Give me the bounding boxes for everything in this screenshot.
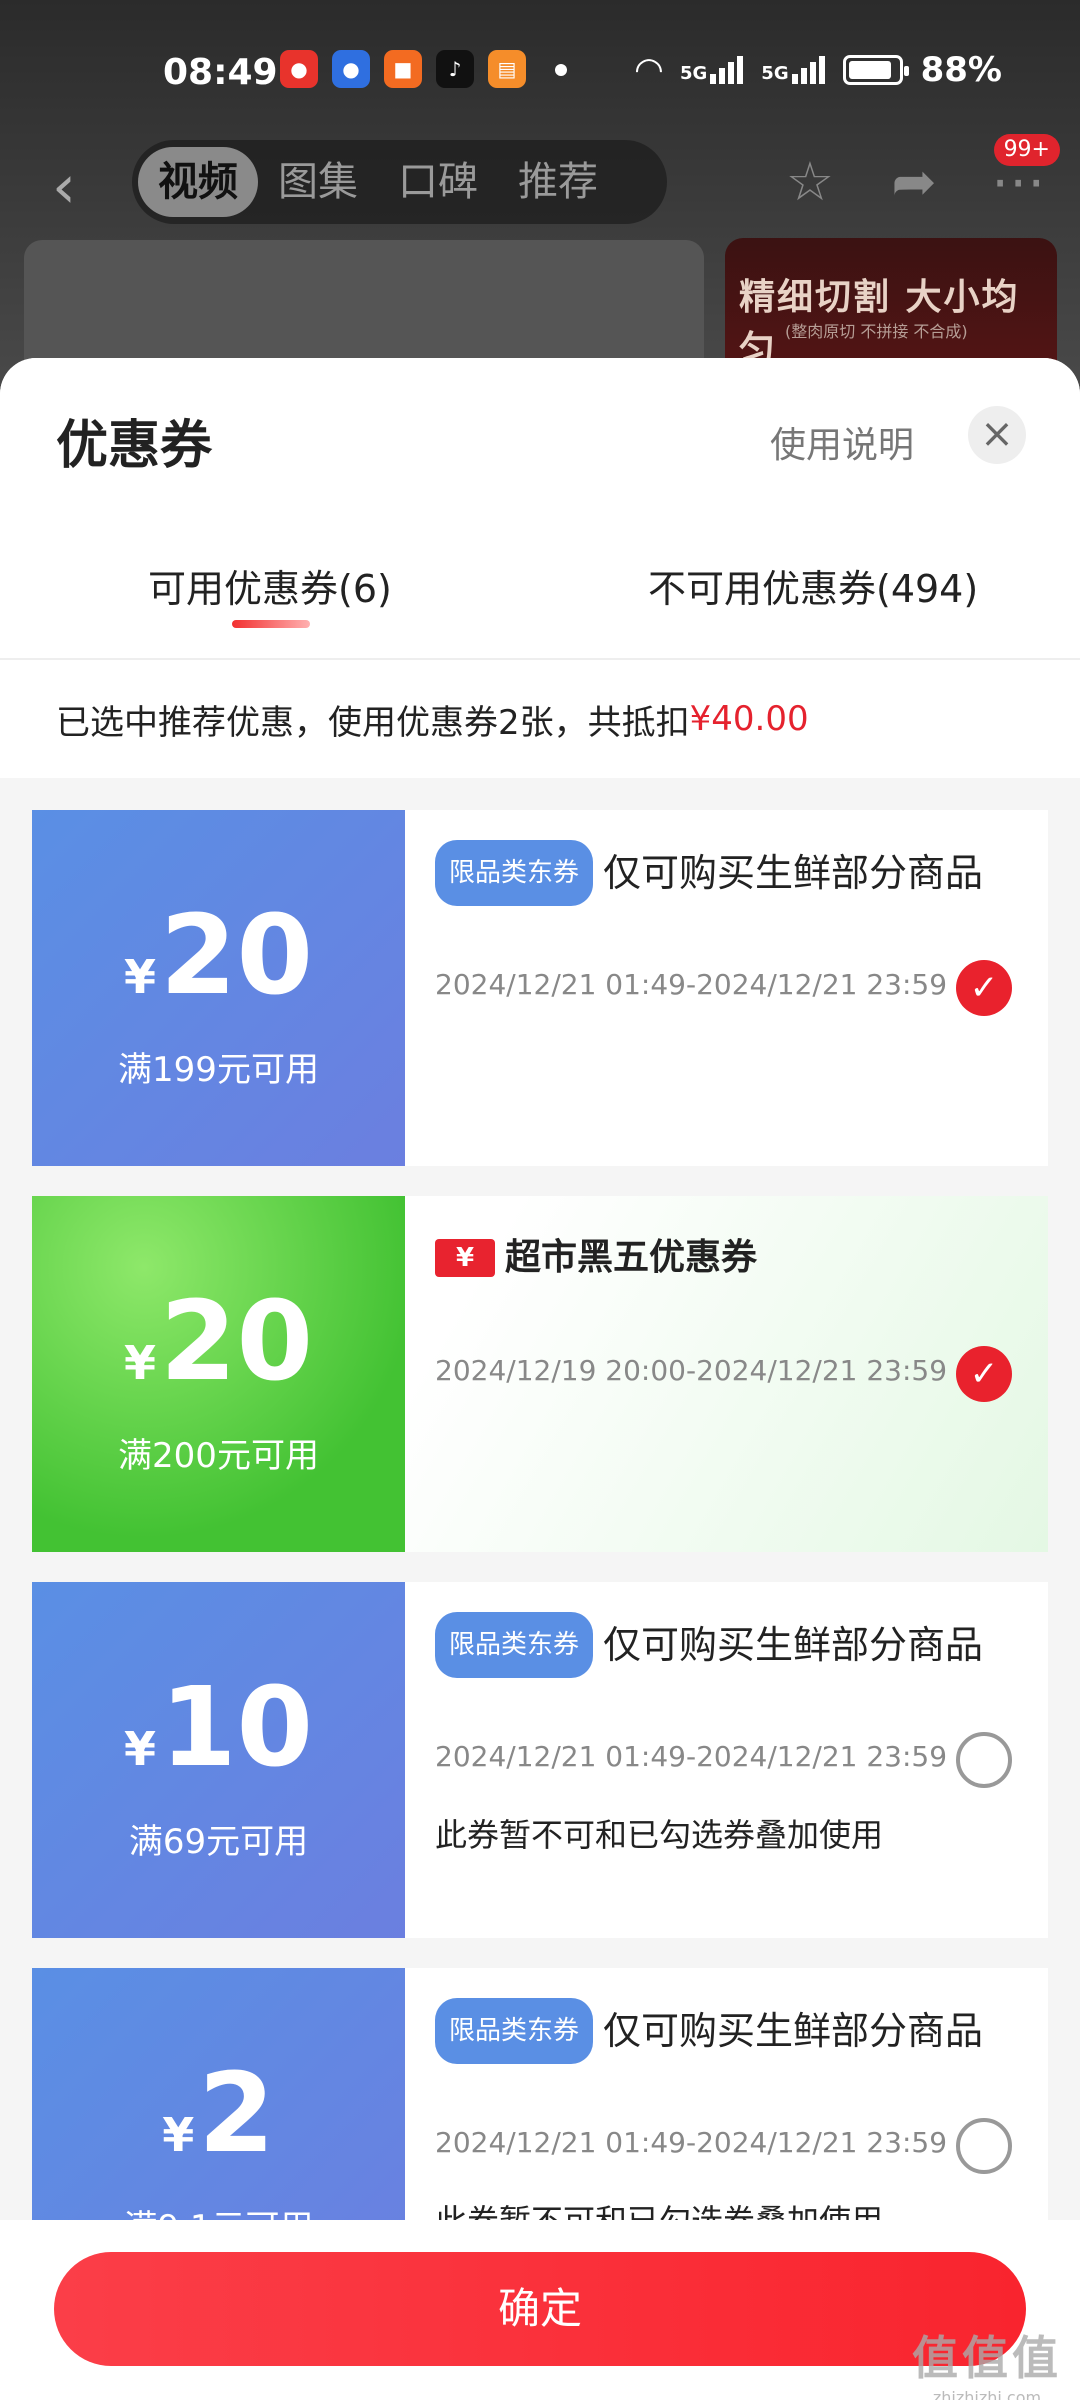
coupon-threshold: 满200元可用	[118, 1436, 319, 1476]
usage-instructions-link[interactable]: 使用说明	[770, 416, 914, 468]
coupon-value-panel: ¥10 满69元可用	[32, 1582, 405, 1938]
coupon-checkbox-unchecked[interactable]	[956, 2118, 1012, 2174]
coupon-card[interactable]: ¥20 满199元可用 限品类东券 仅可购买生鲜部分商品 2024/12/21 0…	[32, 810, 1048, 1166]
category-tag: 限品类东券	[435, 1612, 594, 1678]
currency-symbol: ¥	[123, 1722, 156, 1776]
more-icon[interactable]: ⋯ 99+	[986, 134, 1060, 214]
coupon-checkbox-unchecked[interactable]	[956, 1732, 1012, 1788]
battery-percent: 88%	[920, 50, 1002, 90]
app-icon-red: ●	[280, 50, 318, 88]
currency-symbol: ¥	[123, 1336, 156, 1390]
summary-text: 已选中推荐优惠，使用优惠券2张，共抵扣	[56, 702, 690, 743]
category-tag: 限品类东券	[435, 1998, 594, 2064]
status-time: 08:49	[163, 52, 278, 93]
status-app-icons: ● ● ■ ♪ ▤	[280, 50, 526, 88]
battery-icon	[842, 55, 909, 85]
signal-icon-2: 5G	[761, 56, 825, 84]
coupon-desc-text: 仅可购买生鲜部分商品	[603, 851, 984, 895]
status-bar: 08:49 ● ● ■ ♪ ▤ ◠ 5G 5G 88%	[0, 0, 1080, 140]
coupon-validity: 2024/12/21 01:49-2024/12/21 23:59	[435, 2126, 948, 2159]
coupon-amount: 10	[159, 1663, 314, 1791]
coupon-details: 限品类东券 仅可购买生鲜部分商品 2024/12/21 01:49-2024/12…	[405, 810, 1048, 1166]
coupon-card[interactable]: ¥10 满69元可用 限品类东券 仅可购买生鲜部分商品 2024/12/21 01…	[32, 1582, 1048, 1938]
tab-gallery[interactable]: 图集	[258, 147, 378, 217]
coupon-title: 超市黑五优惠券	[505, 1236, 758, 1278]
coupon-validity: 2024/12/21 01:49-2024/12/21 23:59	[435, 1740, 948, 1773]
tab-reviews[interactable]: 口碑	[378, 147, 498, 217]
coupon-description: ¥ 超市黑五优惠券	[435, 1226, 995, 1287]
back-icon[interactable]: ‹	[52, 157, 102, 218]
coupon-desc-text: 仅可购买生鲜部分商品	[603, 2009, 984, 2053]
book-icon: ▤	[488, 50, 526, 88]
tab-indicator	[232, 620, 310, 628]
coupon-card[interactable]: ¥20 满200元可用 ¥ 超市黑五优惠券 2024/12/19 20:00-20…	[32, 1196, 1048, 1552]
category-tag: 限品类东券	[435, 840, 594, 906]
top-nav: ‹ 视频 图集 口碑 推荐 ☆ ➦ ⋯ 99+	[0, 134, 1080, 240]
currency-symbol: ¥	[123, 950, 156, 1004]
coupon-description: 限品类东券 仅可购买生鲜部分商品	[435, 1998, 995, 2064]
coupon-threshold: 满69元可用	[128, 1822, 309, 1862]
tab-available-coupons[interactable]: 可用优惠券(6)	[148, 558, 392, 613]
coupon-value-panel: ¥20 满199元可用	[32, 810, 405, 1166]
notification-dot	[555, 64, 567, 76]
coupon-details: ¥ 超市黑五优惠券 2024/12/19 20:00-2024/12/21 23:…	[405, 1196, 1048, 1552]
coupon-value-panel: ¥20 满200元可用	[32, 1196, 405, 1552]
tab-unavailable-coupons[interactable]: 不可用优惠券(494)	[648, 558, 978, 613]
background-page: 08:49 ● ● ■ ♪ ▤ ◠ 5G 5G 88% ‹ 视频 图集 口碑 推…	[0, 0, 1080, 408]
promo-subtitle: (整肉原切 不拼接 不合成)	[785, 322, 968, 341]
status-right: ◠ 5G 5G 88%	[636, 50, 1002, 90]
star-icon[interactable]: ☆	[778, 150, 842, 214]
tab-recommend[interactable]: 推荐	[498, 147, 618, 217]
sheet-title: 优惠券	[56, 416, 213, 476]
baidu-icon: ●	[332, 50, 370, 88]
share-icon[interactable]: ➦	[882, 150, 946, 214]
coupon-checkbox-checked[interactable]: ✓	[956, 1346, 1012, 1402]
wifi-icon: ◠	[635, 50, 662, 90]
watermark-url: zhizhizhi.com	[932, 2388, 1042, 2400]
watermark-text: 值值值	[912, 2331, 1062, 2385]
watermark-logo: 值值值 zhizhizhi.com	[912, 2322, 1062, 2400]
close-button[interactable]: ×	[968, 406, 1026, 464]
tiktok-icon: ♪	[436, 50, 474, 88]
coupon-checkbox-checked[interactable]: ✓	[956, 960, 1012, 1016]
coupon-sheet: 优惠券 使用说明 × 可用优惠券(6) 不可用优惠券(494) 已选中推荐优惠，…	[0, 358, 1080, 2400]
summary-amount: ¥40.00	[689, 699, 809, 739]
selection-summary: 已选中推荐优惠，使用优惠券2张，共抵扣 ¥40.00	[0, 658, 1080, 778]
coupon-amount: 2	[198, 2049, 275, 2177]
coupon-desc-text: 仅可购买生鲜部分商品	[603, 1623, 984, 1667]
app-icon-orange: ■	[384, 50, 422, 88]
yen-ticket-icon: ¥	[435, 1238, 495, 1277]
nav-actions: ☆ ➦ ⋯ 99+	[778, 134, 1060, 214]
media-tabs: 视频 图集 口碑 推荐	[132, 140, 667, 224]
coupon-validity: 2024/12/21 01:49-2024/12/21 23:59	[435, 968, 948, 1001]
coupon-validity: 2024/12/19 20:00-2024/12/21 23:59	[435, 1354, 948, 1387]
coupon-note: 此券暂不可和已勾选券叠加使用	[435, 1816, 884, 1854]
coupon-amount: 20	[159, 1277, 314, 1405]
coupon-list: ¥20 满199元可用 限品类东券 仅可购买生鲜部分商品 2024/12/21 0…	[32, 810, 1048, 2354]
coupon-description: 限品类东券 仅可购买生鲜部分商品	[435, 840, 995, 906]
currency-symbol: ¥	[162, 2108, 195, 2162]
message-badge: 99+	[993, 134, 1060, 166]
coupon-amount: 20	[159, 891, 314, 1019]
sheet-header: 优惠券 使用说明 × 可用优惠券(6) 不可用优惠券(494)	[0, 358, 1080, 658]
coupon-description: 限品类东券 仅可购买生鲜部分商品	[435, 1612, 995, 1678]
tab-video[interactable]: 视频	[138, 147, 258, 217]
signal-icon: 5G	[680, 56, 744, 84]
coupon-details: 限品类东券 仅可购买生鲜部分商品 2024/12/21 01:49-2024/12…	[405, 1582, 1048, 1938]
confirm-button[interactable]: 确定	[54, 2252, 1026, 2366]
coupon-threshold: 满199元可用	[118, 1050, 319, 1090]
